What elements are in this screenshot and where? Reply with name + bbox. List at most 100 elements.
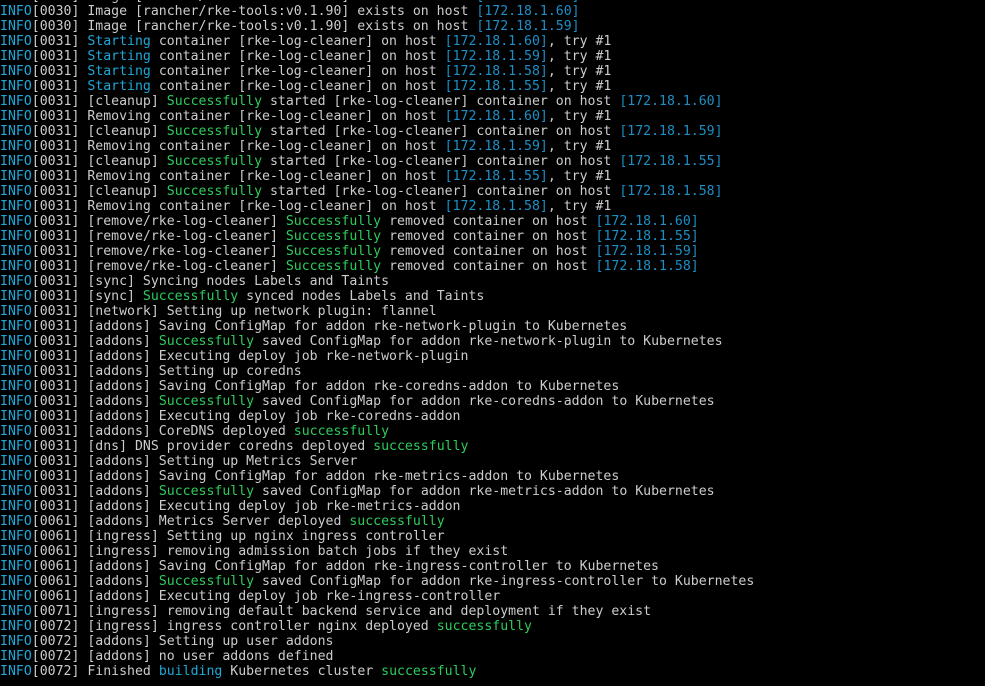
log-segment-info: INFO [0, 634, 32, 649]
log-segment-default: [0031] [cleanup] [31, 124, 167, 139]
log-segment-host: [172.18.1.58] [595, 259, 699, 274]
log-segment-info: INFO [0, 49, 32, 64]
log-segment-info: INFO [0, 259, 32, 274]
log-segment-host: [172.18.1.55] [444, 79, 548, 94]
log-segment-success: Successfully [158, 394, 255, 409]
log-segment-info: INFO [0, 574, 32, 589]
log-segment-default: [0031] Removing container [rke-log-clean… [31, 109, 445, 124]
log-segment-info: INFO [0, 244, 32, 259]
log-segment-success: Successfully [158, 574, 255, 589]
terminal-window[interactable]: INFO[0030] Image [rancher/rke-tools:v0.1… [0, 0, 1001, 686]
log-segment-info: INFO [0, 289, 32, 304]
log-segment-default: [0031] [31, 79, 88, 94]
log-segment-host: [172.18.1.60] [619, 94, 723, 109]
log-segment-default: [0031] [cleanup] [31, 184, 167, 199]
log-segment-success: Successfully [285, 214, 382, 229]
log-segment-default: [0031] [addons] Saving ConfigMap for add… [31, 379, 620, 394]
log-segment-success: Successfully [285, 229, 382, 244]
log-segment-default: [0030] Image [rancher/rke-tools:v0.1.90]… [31, 19, 477, 34]
log-line: INFO[0031] [sync] Successfully synced no… [0, 289, 985, 304]
log-segment-building: building [158, 664, 223, 679]
log-segment-success: Successfully [285, 244, 382, 259]
log-line: INFO[0031] [cleanup] Successfully starte… [0, 184, 985, 199]
log-segment-info: INFO [0, 394, 32, 409]
log-segment-default: removed container on host [381, 229, 596, 244]
log-line: INFO[0031] Removing container [rke-log-c… [0, 109, 985, 124]
log-segment-default: , try #1 [547, 109, 612, 124]
log-segment-host: [172.18.1.60] [476, 4, 580, 19]
log-segment-info: Starting [87, 64, 151, 79]
log-line: INFO[0031] [dns] DNS provider coredns de… [0, 439, 985, 454]
log-segment-host: [172.18.1.60] [444, 109, 548, 124]
log-segment-default: saved ConfigMap for addon rke-network-pl… [254, 334, 723, 349]
log-line: INFO[0031] [addons] Executing deploy job… [0, 499, 985, 514]
log-segment-default: , try #1 [547, 64, 612, 79]
log-segment-info: INFO [0, 439, 32, 454]
log-segment-info: INFO [0, 34, 32, 49]
log-line: INFO[0031] [remove/rke-log-cleaner] Succ… [0, 244, 985, 259]
log-segment-success: successfully [349, 514, 445, 529]
log-segment-info: INFO [0, 544, 32, 559]
log-segment-default: container [rke-log-cleaner] on host [150, 49, 445, 64]
log-segment-success: Successfully [166, 184, 263, 199]
log-segment-default: [0031] [31, 64, 88, 79]
log-segment-success: Successfully [142, 289, 239, 304]
log-segment-info: INFO [0, 274, 32, 289]
log-segment-info: INFO [0, 184, 32, 199]
log-segment-info: INFO [0, 499, 32, 514]
log-segment-info: INFO [0, 454, 32, 469]
log-segment-default: removed container on host [381, 259, 596, 274]
log-line: INFO[0031] [remove/rke-log-cleaner] Succ… [0, 229, 985, 244]
log-segment-info: INFO [0, 154, 32, 169]
log-segment-default: [0031] [addons] Executing deploy job rke… [31, 349, 469, 364]
log-segment-default: [0072] [addons] no user addons defined [31, 649, 334, 664]
log-segment-info: INFO [0, 169, 32, 184]
log-line: INFO[0031] Starting container [rke-log-c… [0, 64, 985, 79]
log-segment-info: INFO [0, 349, 32, 364]
log-segment-success: Successfully [158, 334, 255, 349]
log-line: INFO[0031] [remove/rke-log-cleaner] Succ… [0, 214, 985, 229]
log-segment-default: [0031] Removing container [rke-log-clean… [31, 169, 445, 184]
log-line: INFO[0061] [ingress] removing admission … [0, 544, 985, 559]
log-line: INFO[0072] [addons] no user addons defin… [0, 649, 985, 664]
log-segment-success: Successfully [166, 94, 263, 109]
vertical-scrollbar[interactable] [985, 0, 1001, 686]
log-segment-info: INFO [0, 424, 32, 439]
log-segment-info: INFO [0, 484, 32, 499]
log-line: INFO[0072] [ingress] ingress controller … [0, 619, 985, 634]
log-segment-info: Starting [87, 34, 151, 49]
log-line: INFO[0031] [addons] CoreDNS deployed suc… [0, 424, 985, 439]
log-segment-default: container [rke-log-cleaner] on host [150, 34, 445, 49]
log-segment-default: [0031] [addons] [31, 334, 159, 349]
log-segment-host: [172.18.1.59] [444, 49, 548, 64]
log-segment-host: [172.18.1.55] [619, 154, 723, 169]
log-segment-host: [172.18.1.58] [444, 64, 548, 79]
log-segment-success: successfully [381, 664, 477, 679]
log-line: INFO[0061] [addons] Successfully saved C… [0, 574, 985, 589]
log-segment-default: [0061] [ingress] Setting up nginx ingres… [31, 529, 445, 544]
log-segment-default: saved ConfigMap for addon rke-metrics-ad… [254, 484, 715, 499]
log-line: INFO[0031] [network] Setting up network … [0, 304, 985, 319]
log-segment-default: [0061] [ingress] removing admission batc… [31, 544, 509, 559]
log-segment-default: [0031] [remove/rke-log-cleaner] [31, 259, 286, 274]
log-segment-default: [0031] [network] Setting up network plug… [31, 304, 437, 319]
log-segment-default: [0031] [addons] CoreDNS deployed [31, 424, 294, 439]
log-segment-info: INFO [0, 64, 32, 79]
log-line: INFO[0031] [remove/rke-log-cleaner] Succ… [0, 259, 985, 274]
log-segment-default: [0031] [remove/rke-log-cleaner] [31, 214, 286, 229]
log-segment-success: successfully [293, 424, 390, 439]
log-line: INFO[0031] [addons] Executing deploy job… [0, 409, 985, 424]
log-segment-info: INFO [0, 319, 32, 334]
log-segment-info: INFO [0, 589, 32, 604]
log-line: INFO[0072] [addons] Setting up user addo… [0, 634, 985, 649]
log-line: INFO[0031] Removing container [rke-log-c… [0, 139, 985, 154]
log-segment-default: started [rke-log-cleaner] container on h… [262, 184, 620, 199]
log-segment-info: INFO [0, 94, 32, 109]
log-segment-default: [0031] [cleanup] [31, 154, 167, 169]
log-segment-host: [172.18.1.59] [619, 124, 723, 139]
log-line: INFO[0031] [addons] Setting up coredns [0, 364, 985, 379]
log-segment-default: [0031] [sync] [31, 289, 143, 304]
log-segment-info: INFO [0, 334, 32, 349]
log-segment-info: INFO [0, 199, 32, 214]
log-segment-host: [172.18.1.59] [476, 19, 580, 34]
